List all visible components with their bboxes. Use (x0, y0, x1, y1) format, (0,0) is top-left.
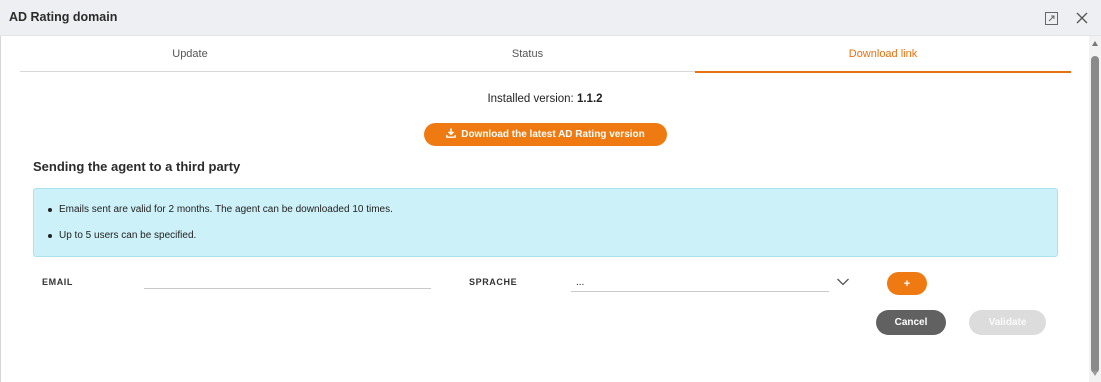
tab-download-link[interactable]: Download link (695, 36, 1071, 73)
download-latest-button[interactable]: Download the latest AD Rating version (424, 123, 667, 146)
close-icon[interactable] (1072, 8, 1092, 28)
chevron-down-icon[interactable] (836, 274, 850, 286)
installed-version-value: 1.1.2 (576, 93, 603, 105)
info-box: Emails sent are valid for 2 months. The … (33, 188, 1058, 257)
language-select[interactable]: ... (571, 272, 829, 292)
scroll-up-icon[interactable] (1092, 41, 1098, 46)
add-email-button[interactable]: + (887, 272, 927, 295)
validate-button[interactable]: Validate (969, 310, 1046, 335)
window-titlebar: AD Rating domain (0, 0, 1101, 36)
bullet-icon (48, 233, 52, 238)
maximize-icon[interactable] (1041, 8, 1061, 28)
installed-version-label: Installed version: (487, 93, 574, 105)
info-line-text: Emails sent are valid for 2 months. The … (59, 204, 393, 215)
cancel-button[interactable]: Cancel (876, 310, 946, 335)
scrollbar[interactable] (1089, 36, 1101, 382)
info-line: Up to 5 users can be specified. (48, 230, 196, 241)
email-field[interactable] (144, 272, 431, 289)
language-select-value: ... (576, 277, 585, 288)
download-latest-label: Download the latest AD Rating version (461, 129, 645, 140)
info-line-text: Up to 5 users can be specified. (59, 230, 197, 241)
scroll-down-icon[interactable] (1092, 371, 1098, 376)
scrollbar-thumb[interactable] (1091, 56, 1099, 373)
info-line: Emails sent are valid for 2 months. The … (48, 204, 393, 215)
bullet-icon (48, 207, 52, 212)
installed-version: Installed version: 1.1.2 (0, 93, 1090, 105)
tab-bar: Update Status Download link (20, 36, 1071, 73)
download-icon (446, 128, 457, 141)
window-title: AD Rating domain (9, 10, 118, 24)
language-label: SPRACHE (469, 277, 518, 287)
email-label: EMAIL (42, 277, 73, 287)
tab-update[interactable]: Update (20, 36, 360, 72)
tab-status[interactable]: Status (360, 36, 695, 72)
window-border (0, 36, 1, 382)
section-title: Sending the agent to a third party (33, 159, 241, 174)
